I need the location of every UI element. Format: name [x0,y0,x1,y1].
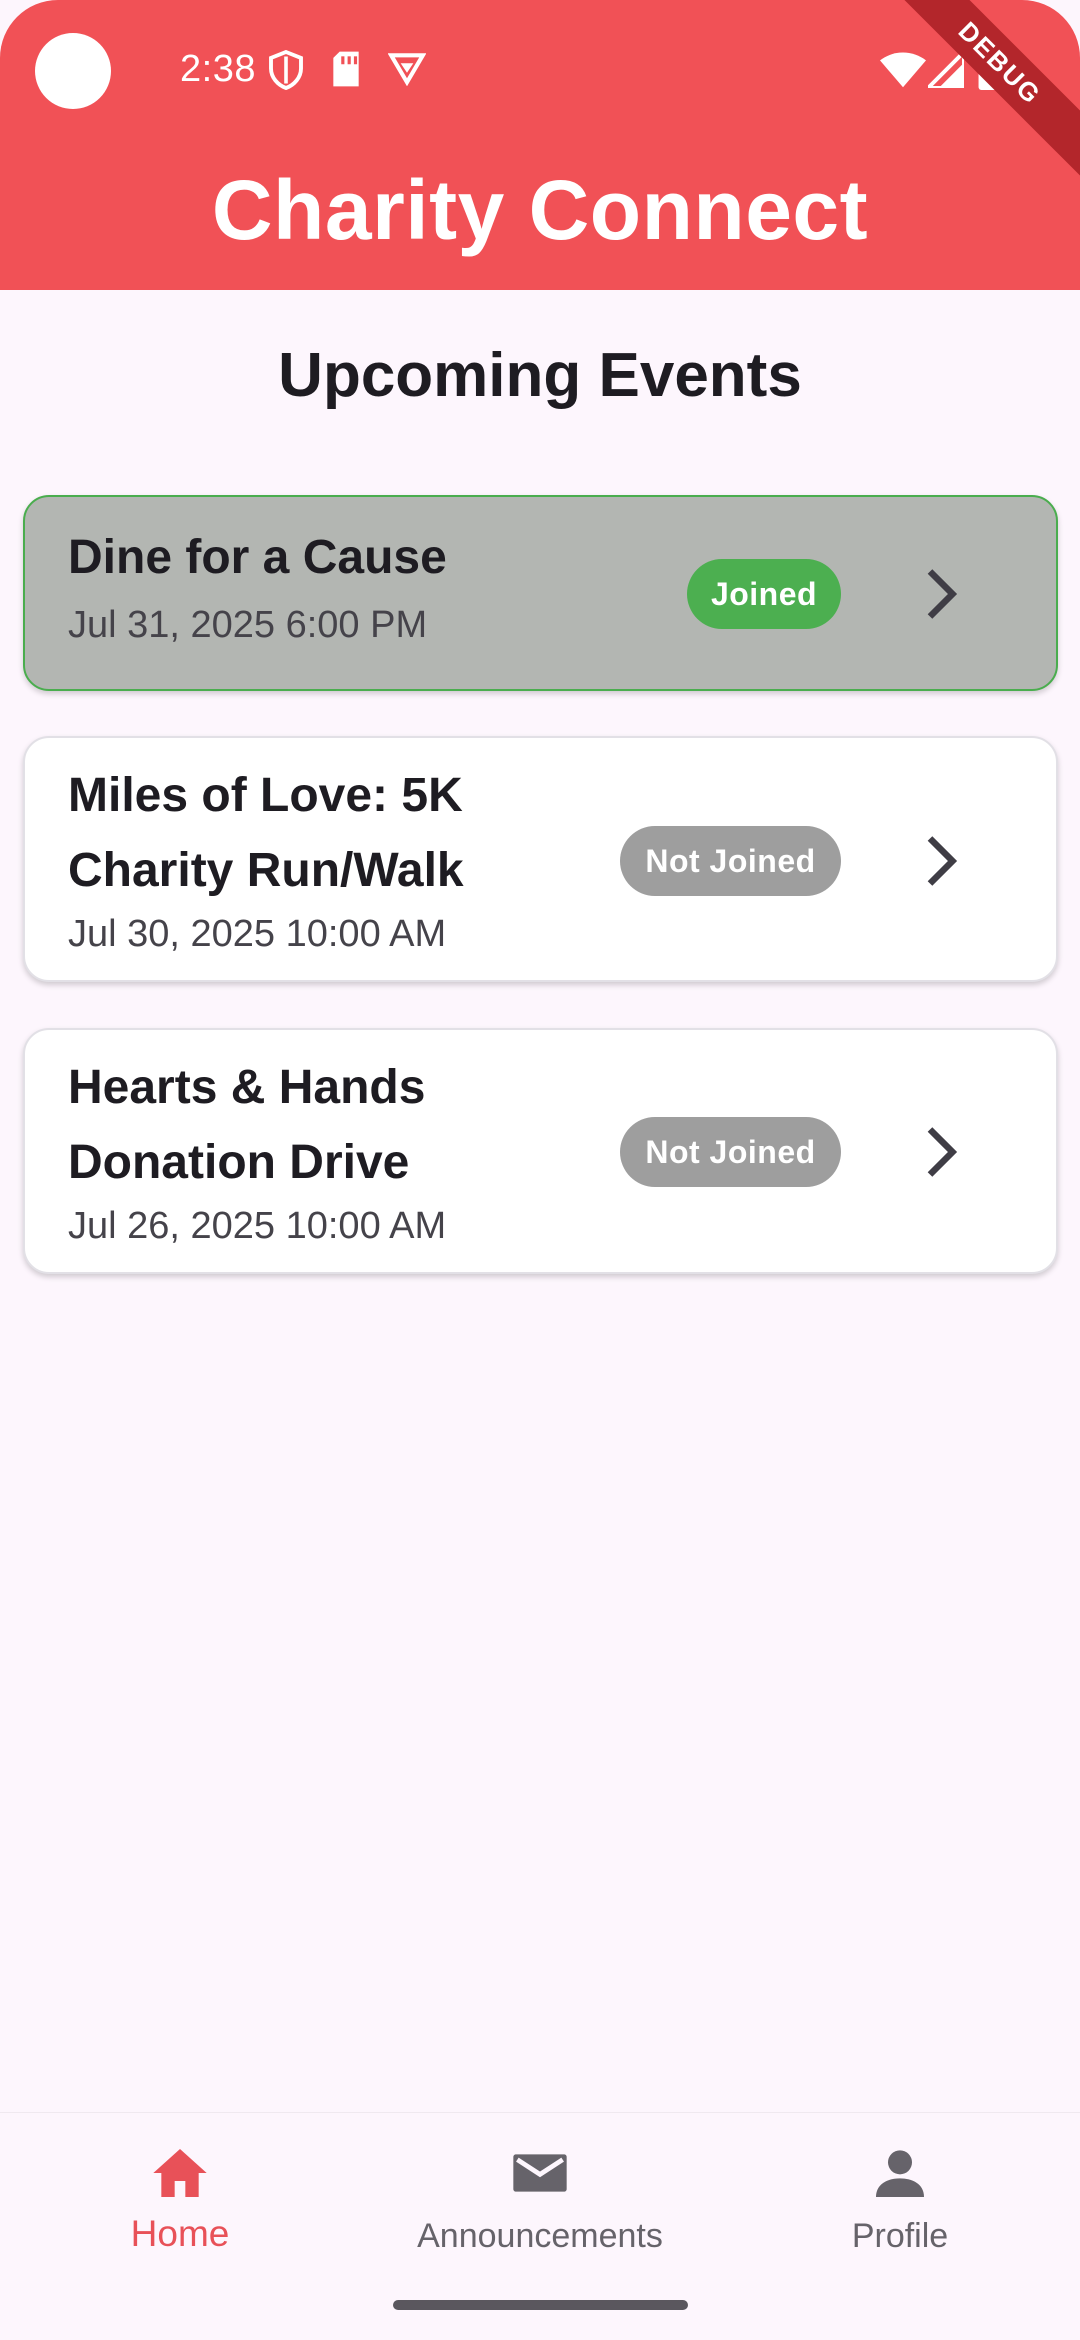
status-time: 2:38 [180,48,256,90]
home-icon [153,2149,207,2197]
chevron-right-icon [927,836,958,886]
nav-label-profile: Profile [851,2217,949,2255]
app-screen: 2:38 DEBUG Charity Connect Upcoming Even… [0,0,1080,2340]
status-bar: 2:38 [0,0,1080,140]
cell-signal-icon [928,52,964,88]
event-card[interactable]: Hearts & Hands Donation Drive Jul 26, 20… [23,1028,1058,1274]
status-badge: Not Joined [620,1117,841,1187]
app-bar: 2:38 DEBUG Charity Connect [0,0,1080,290]
sd-card-icon [333,51,359,87]
nav-item-announcements[interactable]: Announcements [360,2141,720,2256]
wifi-icon [880,52,926,88]
event-title: Hearts & Hands Donation Drive [68,1061,426,1189]
nav-label-home: Home [130,2213,230,2254]
event-card[interactable]: Miles of Love: 5K Charity Run/Walk Jul 3… [23,736,1058,982]
chevron-right-icon [927,1127,958,1177]
event-title: Miles of Love: 5K Charity Run/Walk [68,769,464,897]
event-date: Jul 26, 2025 10:00 AM [68,1205,447,1247]
shield-icon [269,50,303,90]
event-date: Jul 31, 2025 6:00 PM [68,604,428,646]
app-title: Charity Connect [211,163,869,257]
home-indicator[interactable] [393,2300,688,2310]
chevron-right-icon [927,569,958,619]
person-icon [876,2150,924,2197]
status-badge: Joined [687,559,841,629]
nav-label-announcements: Announcements [417,2217,663,2255]
nav-item-profile[interactable]: Profile [720,2141,1080,2256]
event-title: Dine for a Cause [68,531,447,584]
mail-icon [513,2154,567,2192]
status-badge: Not Joined [620,826,841,896]
page-title: Upcoming Events [278,341,802,410]
event-card[interactable]: Dine for a Cause Jul 31, 2025 6:00 PM Jo… [23,495,1058,691]
nav-item-home[interactable]: Home [0,2141,360,2255]
vpn-icon [388,53,426,86]
event-date: Jul 30, 2025 10:00 AM [68,913,447,955]
camera-cutout [35,33,111,109]
